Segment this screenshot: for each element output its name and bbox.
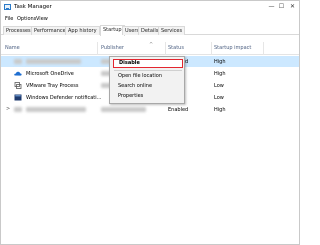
column-header-startup-impact[interactable]: Startup impact [214,45,251,51]
blurred-icon [14,58,22,65]
menu-options[interactable]: Options [17,16,36,22]
minimize-button[interactable]: — [267,3,276,11]
row-name: VMware Tray Process [26,83,79,89]
column-divider[interactable] [165,42,166,55]
context-menu-separator [114,70,182,71]
sort-arrow-icon: ^ [149,42,154,48]
title-bar: Task Manager — ☐ ✕ [1,1,299,14]
column-header-status[interactable]: Status [168,45,184,51]
row-startup-impact: Low [214,95,224,101]
menu-file[interactable]: File [5,16,13,22]
row-startup-impact: High [214,71,226,77]
tab-app-history[interactable]: App history [65,26,100,35]
context-menu: Disable Open file location Search online… [109,56,185,104]
context-menu-properties[interactable]: Properties [113,92,183,101]
expand-chevron-icon[interactable]: > [6,106,10,112]
context-menu-disable[interactable]: Disable [113,59,183,68]
windows-defender-icon [14,94,22,101]
tab-startup[interactable]: Startup [100,25,125,36]
tab-services[interactable]: Services [158,26,186,35]
vmware-icon [14,82,22,89]
task-manager-icon [4,4,11,10]
onedrive-icon [14,71,22,76]
blurred-name [26,107,86,112]
row-startup-impact: High [214,59,226,65]
tab-processes[interactable]: Processes [3,26,34,35]
menu-view[interactable]: View [36,16,48,22]
window-title: Task Manager [14,4,52,10]
maximize-button[interactable]: ☐ [277,3,286,11]
column-divider[interactable] [211,42,212,55]
blurred-name [26,59,81,64]
table-row[interactable]: > Enabled High [1,104,299,115]
row-startup-impact: High [214,107,226,113]
close-button[interactable]: ✕ [288,3,297,11]
column-header-row: Name Publisher ^ Status Startup impact [1,42,299,55]
menu-bar: File Options View [1,14,299,24]
row-name: Windows Defender notificati... [26,95,102,101]
column-header-publisher[interactable]: Publisher [101,45,124,51]
row-name: Microsoft OneDrive [26,71,74,77]
tab-performance[interactable]: Performance [31,26,69,35]
row-status: Enabled [168,107,189,113]
blurred-publisher [101,107,146,112]
row-startup-impact: Low [214,83,224,89]
context-menu-open-file-location[interactable]: Open file location [113,72,183,81]
blurred-icon [14,106,22,113]
column-divider[interactable] [97,42,98,55]
tab-strip: Processes Performance App history Startu… [1,25,299,36]
task-manager-window: Task Manager — ☐ ✕ File Options View Pro… [0,0,300,245]
column-header-name[interactable]: Name [5,45,20,51]
context-menu-search-online[interactable]: Search online [113,82,183,91]
column-divider[interactable] [263,42,264,55]
